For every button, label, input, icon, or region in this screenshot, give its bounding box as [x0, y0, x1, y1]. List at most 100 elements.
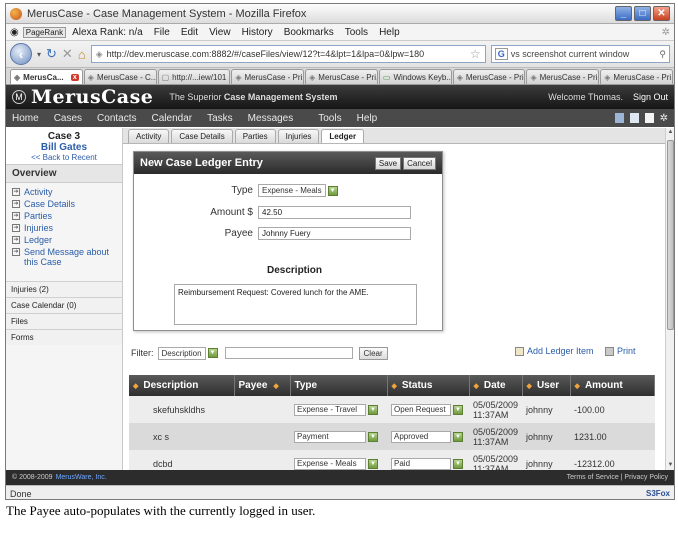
dropdown-arrow-icon[interactable]: ▼: [453, 404, 463, 415]
window-icon[interactable]: [614, 112, 624, 123]
row-status-select[interactable]: Approved ▼: [391, 430, 463, 443]
close-tab-icon[interactable]: x: [70, 73, 79, 81]
dropdown-arrow-icon[interactable]: ▼: [368, 404, 378, 415]
dropdown-arrow-icon[interactable]: ▼: [327, 185, 338, 196]
row-type-select[interactable]: Payment ▼: [294, 430, 378, 443]
nav-tasks[interactable]: Tasks: [207, 113, 233, 124]
column-status[interactable]: ◆ Status: [387, 375, 470, 396]
menu-help[interactable]: Help: [379, 27, 400, 38]
footer-brand-link[interactable]: MerusWare, Inc.: [56, 474, 107, 481]
sidebar-item-case-details[interactable]: ➔ Case Details: [12, 199, 116, 209]
menu-bookmarks[interactable]: Bookmarks: [284, 27, 334, 38]
close-window-button[interactable]: ✕: [653, 6, 670, 21]
menu-history[interactable]: History: [242, 27, 273, 38]
sidebar-item-ledger[interactable]: ➔ Ledger: [12, 235, 116, 245]
table-row[interactable]: xc s Payment ▼ Approved ▼ 05/05/2009 11:37A…: [129, 423, 655, 450]
scroll-up-icon[interactable]: ▲: [666, 128, 674, 137]
print-link[interactable]: Print: [605, 346, 636, 356]
dropdown-arrow-icon[interactable]: ▼: [368, 458, 378, 469]
nav-messages[interactable]: Messages: [248, 113, 294, 124]
browser-tab[interactable]: ▭ Windows Keyb...: [378, 69, 452, 84]
reload-icon[interactable]: ↻: [46, 44, 57, 64]
scroll-down-icon[interactable]: ▼: [666, 461, 674, 470]
nav-home[interactable]: Home: [12, 113, 39, 124]
browser-tab[interactable]: ▢ http://...iew/101: [157, 69, 231, 84]
column-type[interactable]: Type: [290, 375, 388, 396]
save-button[interactable]: Save: [374, 156, 402, 170]
filter-input[interactable]: [224, 347, 353, 359]
sidebar-item-injuries[interactable]: ➔ Injuries: [12, 223, 116, 233]
sidebar-item-activity[interactable]: ➔ Activity: [12, 187, 116, 197]
browser-tab[interactable]: ◈ MerusCase - Pri...: [452, 69, 526, 84]
maximize-button[interactable]: □: [634, 6, 651, 21]
search-icon[interactable]: ⚲: [659, 49, 666, 60]
nav-contacts[interactable]: Contacts: [97, 113, 136, 124]
bookmark-star-icon[interactable]: ☆: [470, 47, 481, 61]
address-bar[interactable]: ◈ http://dev.meruscase.com:8882/#/caseFi…: [90, 45, 486, 63]
sidebar-section-forms[interactable]: Forms: [6, 329, 122, 345]
type-select[interactable]: Expense - Meals ▼: [258, 184, 338, 197]
column-user[interactable]: ◆ User: [522, 375, 571, 396]
s3fox-label[interactable]: S3Fox: [646, 489, 670, 498]
nav-tools[interactable]: Tools: [318, 113, 341, 124]
sidebar-item-send-message[interactable]: ➔ Send Message about this Case: [12, 247, 116, 267]
table-row[interactable]: skefuhskldhs Expense - Travel ▼ Open Requ…: [129, 396, 655, 423]
cancel-button[interactable]: Cancel: [403, 156, 436, 170]
document-icon[interactable]: [629, 112, 639, 123]
menu-edit[interactable]: Edit: [181, 27, 198, 38]
column-payee[interactable]: Payee ◆: [234, 375, 291, 396]
stop-icon[interactable]: ✕: [62, 44, 73, 64]
amount-field[interactable]: 42.50: [258, 206, 411, 219]
scrollbar-thumb[interactable]: [667, 140, 674, 330]
menu-file[interactable]: File: [154, 27, 170, 38]
case-name-link[interactable]: Bill Gates: [6, 142, 122, 153]
payee-field[interactable]: Johnny Fuery: [258, 227, 411, 240]
sidebar-section-files[interactable]: Files: [6, 313, 122, 329]
browser-tab[interactable]: ◈ MerusCase - Pri...: [305, 69, 378, 84]
home-icon[interactable]: ⌂: [78, 44, 86, 64]
nav-cases[interactable]: Cases: [54, 113, 82, 124]
sidebar-item-parties[interactable]: ➔ Parties: [12, 211, 116, 221]
description-textarea[interactable]: Reimbursement Request: Covered lunch for…: [174, 284, 417, 325]
footer-links[interactable]: Terms of Service | Privacy Policy: [567, 474, 668, 481]
minimize-button[interactable]: _: [615, 6, 632, 21]
sidebar-section-calendar[interactable]: Case Calendar (0): [6, 297, 122, 313]
menu-view[interactable]: View: [209, 27, 231, 38]
app-logo[interactable]: MerusCase: [31, 86, 153, 108]
settings-icon[interactable]: ✲: [660, 113, 668, 124]
column-description[interactable]: ◆ Description: [129, 375, 235, 396]
vertical-scrollbar[interactable]: ▲ ▼: [665, 128, 674, 470]
menu-tools[interactable]: Tools: [345, 27, 368, 38]
dropdown-arrow-icon[interactable]: ▼: [368, 431, 378, 442]
add-ledger-item-link[interactable]: Add Ledger Item: [515, 346, 594, 356]
back-to-recent-link[interactable]: << Back to Recent: [6, 153, 122, 162]
tab-parties[interactable]: Parties: [234, 129, 276, 143]
tab-case-details[interactable]: Case Details: [171, 129, 233, 143]
dropdown-arrow-icon[interactable]: ▼: [453, 431, 463, 442]
column-amount[interactable]: ◆ Amount: [570, 375, 656, 396]
filter-field-select[interactable]: Description ▼: [157, 346, 218, 360]
browser-tab-active[interactable]: ◈ MerusCa... x: [10, 69, 83, 84]
browser-tab[interactable]: ◈ MerusCase - Pri...: [526, 69, 600, 84]
tab-injuries[interactable]: Injuries: [277, 129, 320, 143]
clear-button[interactable]: Clear: [358, 346, 388, 360]
column-date[interactable]: ◆ Date: [469, 375, 523, 396]
sidebar-section-injuries[interactable]: Injuries (2): [6, 281, 122, 297]
browser-tab[interactable]: ◈ MerusCase - Pri...: [231, 69, 305, 84]
google-icon[interactable]: G: [494, 48, 508, 60]
nav-help[interactable]: Help: [357, 113, 378, 124]
row-type-select[interactable]: Expense - Travel ▼: [294, 403, 378, 416]
browser-tab[interactable]: ◈ MerusCase - Pri...: [600, 69, 674, 84]
nav-calendar[interactable]: Calendar: [152, 113, 193, 124]
row-status-select[interactable]: Open Request ▼: [391, 403, 463, 416]
browser-tab[interactable]: ◈ MerusCase - C...: [83, 69, 157, 84]
tab-ledger[interactable]: Ledger: [321, 129, 365, 143]
row-type-select[interactable]: Expense - Meals ▼: [294, 457, 378, 470]
sign-out-link[interactable]: Sign Out: [633, 92, 668, 102]
row-status-select[interactable]: Paid ▼: [391, 457, 463, 470]
dropdown-arrow-icon[interactable]: ▼: [453, 458, 463, 469]
search-box[interactable]: G vs screenshot current window ⚲: [490, 45, 670, 63]
tab-activity[interactable]: Activity: [128, 129, 170, 143]
overview-heading[interactable]: Overview: [6, 164, 122, 183]
forward-dropdown-icon[interactable]: ▾: [37, 44, 41, 64]
